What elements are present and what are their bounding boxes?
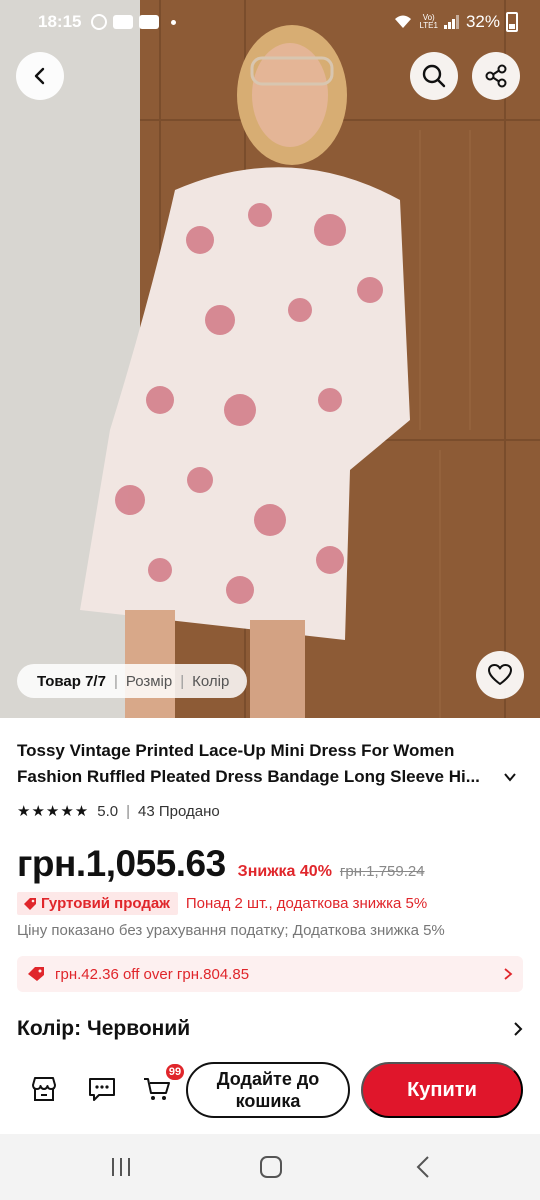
signal-icon <box>443 15 459 29</box>
heart-icon <box>488 664 512 685</box>
price-row: грн.1,055.63 Знижка 40% грн.1,759.24 <box>17 843 425 885</box>
discount-label: Знижка 40% <box>237 863 332 880</box>
home-icon <box>260 1156 282 1178</box>
chevron-right-icon <box>514 1022 523 1036</box>
back-button[interactable] <box>16 52 64 100</box>
battery-percent: 32% <box>465 12 500 31</box>
wholesale-badge: Гуртовий продаж <box>17 892 178 915</box>
chevron-left-icon <box>34 67 45 85</box>
color-selector[interactable]: Колір: Червоний <box>17 1012 523 1046</box>
notification-icons <box>91 14 177 30</box>
share-icon <box>485 64 507 88</box>
more-notifications-icon <box>171 19 177 25</box>
gallery-breadcrumb[interactable]: Товар 7/7 | Розмір | Колір <box>17 664 248 698</box>
add-to-cart-label-line2: кошика <box>235 1091 301 1111</box>
battery-icon <box>506 12 518 32</box>
search-button[interactable] <box>410 52 458 100</box>
wholesale-badge-label: Гуртовий продаж <box>41 895 170 912</box>
search-icon <box>422 64 446 88</box>
chat-button[interactable] <box>85 1072 119 1106</box>
chevron-down-icon[interactable] <box>503 770 517 784</box>
add-to-cart-label-line1: Додайте до <box>216 1069 320 1089</box>
gallery-size-link[interactable]: Розмір <box>126 673 172 690</box>
product-photo <box>0 0 540 718</box>
product-image[interactable]: 18:15 Vo) LTE1 32% Товар 7/7 | Розмір | К… <box>0 0 540 718</box>
wifi-icon <box>395 15 412 28</box>
wholesale-description: Понад 2 шт., додаткова знижка 5% <box>185 895 428 912</box>
recent-apps-button[interactable] <box>106 1152 136 1182</box>
system-back-button[interactable] <box>408 1152 438 1182</box>
store-button[interactable] <box>27 1072 61 1106</box>
cart-count-badge: 99 <box>164 1062 186 1082</box>
lte-indicator: Vo) LTE1 <box>419 13 438 30</box>
current-price: грн.1,055.63 <box>17 843 226 884</box>
color-selector-label: Колір: Червоний <box>17 1017 191 1040</box>
youtube-icon <box>139 15 160 29</box>
divider: | <box>180 672 185 690</box>
chat-icon <box>89 1078 115 1101</box>
recent-apps-icon <box>112 1158 130 1176</box>
original-price: грн.1,759.24 <box>339 863 425 880</box>
status-bar: 18:15 Vo) LTE1 32% <box>0 0 540 44</box>
back-arrow-icon <box>416 1156 429 1178</box>
tag-icon <box>24 897 36 910</box>
product-title[interactable]: Tossy Vintage Printed Lace-Up Mini Dress… <box>17 738 525 790</box>
chevron-right-icon <box>504 968 513 980</box>
share-button[interactable] <box>472 52 520 100</box>
coupon-banner[interactable]: грн.42.36 off over грн.804.85 <box>17 956 523 992</box>
wishlist-button[interactable] <box>476 651 524 699</box>
sold-count: 43 Продано <box>138 802 220 820</box>
add-to-cart-button[interactable]: Додайте до кошика <box>186 1062 350 1118</box>
divider: | <box>113 672 118 690</box>
buy-now-button[interactable]: Купити <box>361 1062 523 1118</box>
coupon-tag-icon <box>28 967 44 981</box>
clock: 18:15 <box>38 12 82 31</box>
system-nav-bar <box>0 1134 540 1200</box>
gallery-counter[interactable]: Товар 7/7 <box>37 673 106 690</box>
star-rating-icon: ★★★★★ <box>17 803 90 820</box>
rating-row[interactable]: ★★★★★ 5.0 | 43 Продано <box>17 802 220 821</box>
youtube-icon <box>113 15 134 29</box>
wholesale-row: Гуртовий продаж Понад 2 шт., додаткова з… <box>17 892 427 915</box>
settings-notification-icon <box>91 14 108 30</box>
product-title-line1: Tossy Vintage Printed Lace-Up Mini Dress… <box>17 741 455 760</box>
coupon-text: грн.42.36 off over грн.804.85 <box>55 965 250 983</box>
product-title-line2: Fashion Ruffled Pleated Dress Bandage Lo… <box>17 767 480 786</box>
tax-note: Ціну показано без урахування податку; До… <box>17 922 445 939</box>
home-button[interactable] <box>256 1152 286 1182</box>
action-bar: 99 Додайте до кошика Купити <box>0 1058 540 1130</box>
store-icon <box>32 1077 56 1101</box>
rating-value: 5.0 <box>97 802 119 820</box>
gallery-color-link[interactable]: Колір <box>192 673 229 690</box>
divider: | <box>126 802 131 820</box>
